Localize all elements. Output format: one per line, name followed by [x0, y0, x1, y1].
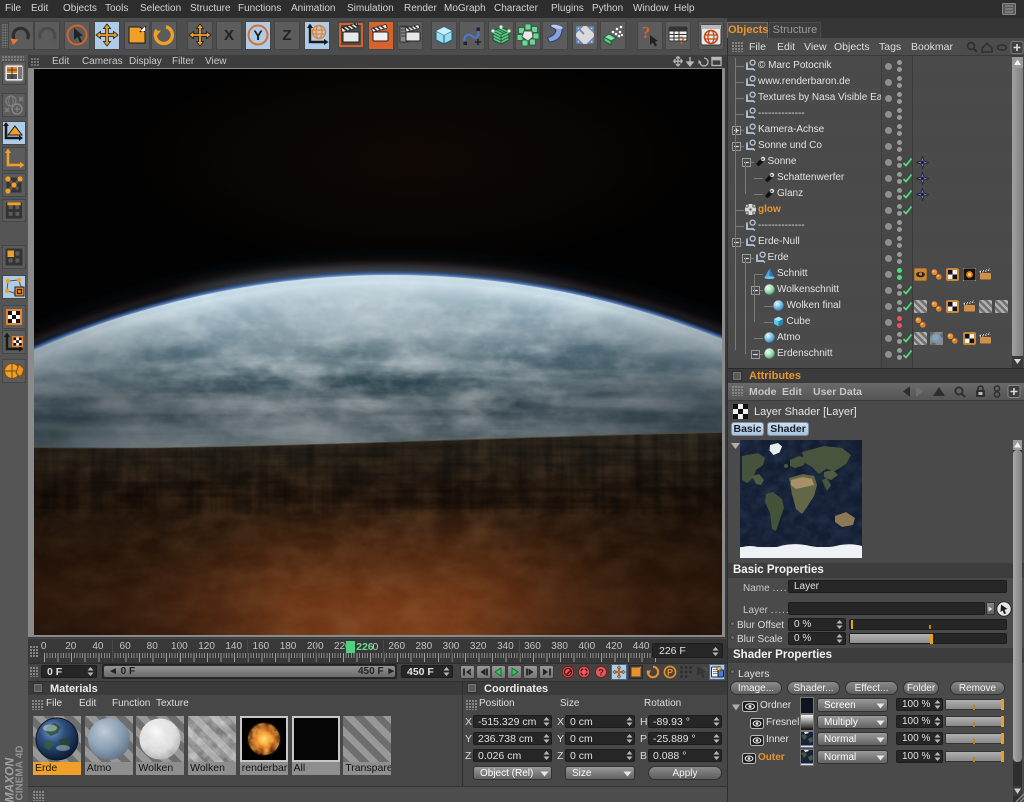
svg-text:Y: Y	[253, 27, 263, 43]
svg-text:?: ?	[642, 23, 651, 42]
svg-text:P: P	[667, 667, 673, 677]
svg-text:?: ?	[679, 33, 685, 47]
svg-text:X: X	[224, 27, 234, 44]
svg-text:Z: Z	[282, 27, 291, 44]
svg-text:?: ?	[598, 667, 604, 678]
